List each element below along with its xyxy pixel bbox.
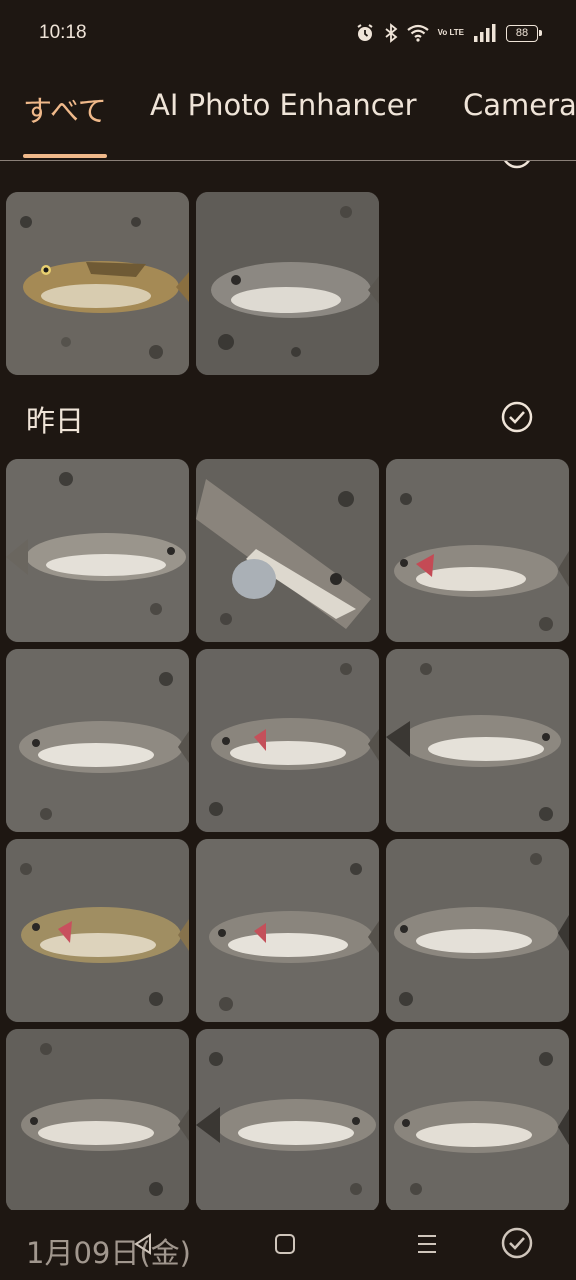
photo-thumbnail[interactable]: [6, 649, 189, 832]
date-label: 1月09日(金): [26, 1236, 191, 1270]
tab-all[interactable]: すべて: [23, 88, 107, 130]
photo-thumbnail[interactable]: [6, 1029, 189, 1210]
tab-ai-photo-enhancer[interactable]: AI Photo Enhancer: [150, 88, 417, 122]
album-tabs: すべて AI Photo Enhancer Camera: [0, 66, 576, 161]
alarm-icon: [355, 22, 375, 44]
photo-grid: 昨日: [0, 160, 576, 1210]
photo-thumbnail[interactable]: [386, 1029, 569, 1210]
bluetooth-icon: [384, 22, 398, 44]
section-header-yesterday: 昨日: [26, 404, 85, 438]
recents-icon[interactable]: [416, 1232, 438, 1260]
photo-thumbnail[interactable]: [196, 459, 379, 642]
status-bar: 10:18 Vo LTE 88: [0, 0, 576, 66]
bottom-bar: 1月09日(金): [0, 1210, 576, 1280]
status-icons: Vo LTE 88: [355, 22, 542, 44]
photo-thumbnail[interactable]: [196, 192, 379, 375]
wifi-icon: [406, 22, 429, 44]
photo-thumbnail[interactable]: [6, 192, 189, 375]
signal-icon: [473, 22, 497, 44]
battery-icon: 88: [506, 24, 542, 42]
photo-thumbnail[interactable]: [196, 1029, 379, 1210]
check-circle-icon[interactable]: [500, 160, 534, 174]
photo-thumbnail[interactable]: [386, 649, 569, 832]
photo-thumbnail[interactable]: [6, 459, 189, 642]
photo-thumbnail[interactable]: [386, 839, 569, 1022]
photo-thumbnail[interactable]: [196, 649, 379, 832]
photo-thumbnail[interactable]: [386, 459, 569, 642]
active-tab-indicator: [23, 154, 107, 158]
volte-icon: Vo LTE: [437, 28, 464, 37]
back-icon[interactable]: [132, 1232, 154, 1260]
tab-camera[interactable]: Camera: [463, 88, 576, 122]
home-icon[interactable]: [274, 1232, 296, 1260]
photo-thumbnail[interactable]: [196, 839, 379, 1022]
check-circle-icon[interactable]: [500, 1226, 534, 1264]
photo-thumbnail[interactable]: [6, 839, 189, 1022]
status-time: 10:18: [39, 22, 87, 43]
check-circle-icon[interactable]: [500, 400, 534, 438]
